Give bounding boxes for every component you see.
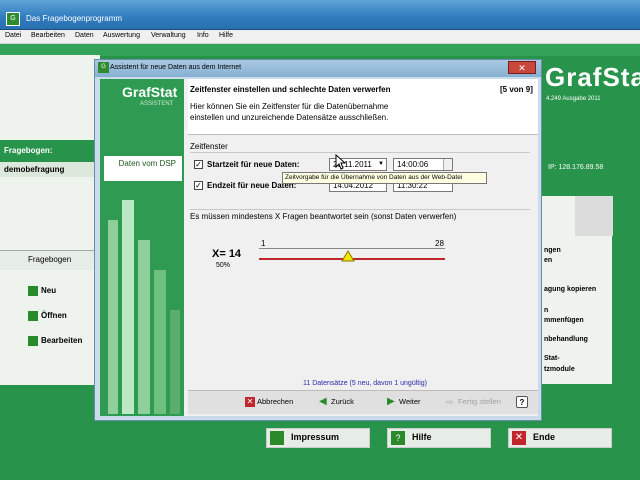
arrow-left-icon: ◀ bbox=[319, 396, 327, 407]
right-item[interactable]: Stat- bbox=[544, 355, 560, 362]
end-checkbox[interactable]: ✓ bbox=[194, 181, 203, 190]
start-checkbox[interactable]: ✓ bbox=[194, 160, 203, 169]
arrow-icon bbox=[28, 336, 38, 346]
finish-icon: ⇨ bbox=[446, 397, 454, 407]
menu-auswertung[interactable]: Auswertung bbox=[103, 32, 140, 39]
help-icon: ? bbox=[391, 431, 405, 445]
dialog-intro: Hier können Sie ein Zeitfenster für die … bbox=[190, 102, 389, 122]
app-icon: G bbox=[6, 12, 20, 26]
chevron-down-icon[interactable]: ▼ bbox=[376, 159, 386, 170]
divider bbox=[190, 209, 530, 210]
menu-bearbeiten[interactable]: Bearbeiten bbox=[31, 32, 65, 39]
dialog-title: Assistent für neue Daten aus dem Interne… bbox=[110, 64, 242, 71]
divider bbox=[190, 152, 530, 153]
ip-text: IP: 128.176.89.58 bbox=[548, 164, 604, 171]
dialog-heading: Zeitfenster einstellen und schlechte Dat… bbox=[190, 85, 391, 94]
right-item[interactable]: tzmodule bbox=[544, 366, 575, 373]
menu-daten[interactable]: Daten bbox=[75, 32, 94, 39]
decorative-picture bbox=[575, 196, 613, 236]
menu-datei[interactable]: Datei bbox=[5, 32, 21, 39]
ende-label: Ende bbox=[533, 432, 556, 442]
spinner-icon[interactable] bbox=[443, 159, 452, 170]
right-item[interactable]: nbehandlung bbox=[544, 336, 588, 343]
oeffnen-button[interactable]: Öffnen bbox=[41, 311, 67, 320]
arrow-right-icon: ▶ bbox=[387, 396, 395, 407]
sidebar-step-label: Daten vom DSP bbox=[118, 159, 176, 168]
sidebar-logo: GrafStat bbox=[122, 84, 178, 100]
slider-min-label: 1 bbox=[261, 239, 266, 248]
zurueck-button[interactable]: Zurück bbox=[331, 394, 354, 410]
weiter-button[interactable]: Weiter bbox=[399, 394, 421, 410]
close-icon: ✕ bbox=[512, 431, 526, 445]
fertig-stellen-button[interactable]: Fertig stellen bbox=[458, 394, 501, 410]
impressum-label: Impressum bbox=[291, 432, 340, 442]
fragebogen-value: demobefragung bbox=[4, 165, 65, 174]
status-text: 11 Datensätze (5 neu, davon 1 ungültig) bbox=[302, 380, 427, 387]
neu-button[interactable]: Neu bbox=[41, 286, 56, 295]
version-text: 4.249 Ausgabe 2011 bbox=[546, 96, 601, 102]
slider-max-label: 28 bbox=[435, 239, 444, 248]
fragebogen-label: Fragebogen: bbox=[4, 146, 53, 155]
close-button[interactable]: ✕ bbox=[508, 61, 536, 74]
slider-scale bbox=[259, 248, 445, 249]
percent-value: 50% bbox=[216, 262, 231, 269]
tooltip: Zeitvorgabe für die Übernahme von Daten … bbox=[282, 172, 487, 184]
menubar bbox=[0, 30, 640, 44]
menu-info[interactable]: Info bbox=[197, 32, 209, 39]
right-item[interactable]: agung kopieren bbox=[544, 286, 596, 293]
app-icon: G bbox=[98, 62, 109, 73]
step-indicator: [5 von 9] bbox=[500, 85, 533, 94]
menu-hilfe[interactable]: Hilfe bbox=[219, 32, 233, 39]
bar-graphic-icon bbox=[108, 200, 180, 414]
grafstat-logo: GrafStat bbox=[545, 62, 640, 92]
main-window-title: Das Fragebogenprogramm bbox=[26, 14, 123, 23]
bearbeiten-button[interactable]: Bearbeiten bbox=[41, 336, 82, 345]
right-item[interactable]: ngen bbox=[544, 247, 561, 254]
abbrechen-button[interactable]: Abbrechen bbox=[257, 394, 293, 410]
x-value: X= 14 bbox=[212, 248, 242, 260]
start-label: Startzeit für neue Daten: bbox=[207, 160, 300, 169]
mouse-cursor-icon bbox=[335, 154, 347, 170]
zeitfenster-label: Zeitfenster bbox=[190, 142, 228, 151]
menu-verwaltung[interactable]: Verwaltung bbox=[151, 32, 186, 39]
hilfe-label: Hilfe bbox=[412, 432, 432, 442]
min-fragen-label: Es müssen mindestens X Fragen beantworte… bbox=[190, 212, 457, 221]
right-item[interactable]: en bbox=[544, 257, 552, 264]
right-item[interactable]: mmenfügen bbox=[544, 317, 584, 324]
right-item[interactable]: n bbox=[544, 307, 548, 314]
fragebogen-tab-label: Fragebogen bbox=[28, 255, 72, 264]
cancel-icon: ✕ bbox=[245, 397, 255, 407]
arrow-icon bbox=[28, 311, 38, 321]
arrow-icon bbox=[28, 286, 38, 296]
arrow-icon bbox=[270, 431, 284, 445]
help-icon[interactable]: ? bbox=[516, 396, 528, 408]
sidebar-subtitle: ASSISTENT bbox=[140, 101, 174, 107]
slider-thumb[interactable] bbox=[341, 250, 355, 262]
